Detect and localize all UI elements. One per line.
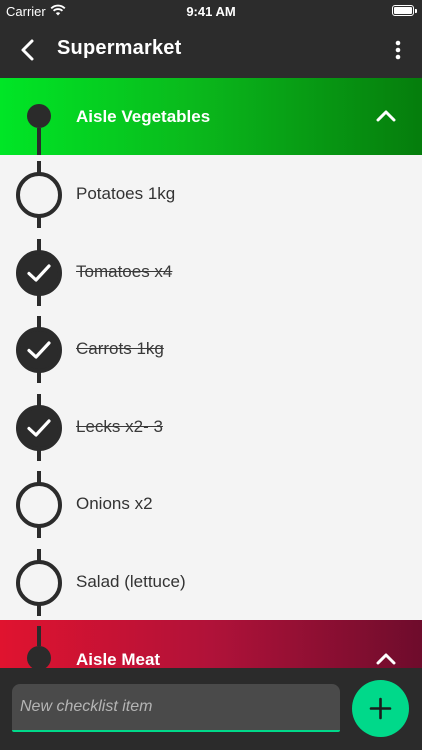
item-checkbox[interactable] bbox=[16, 327, 62, 373]
back-button[interactable] bbox=[14, 36, 44, 64]
overflow-menu-button[interactable] bbox=[388, 36, 408, 64]
item-checkbox[interactable] bbox=[16, 172, 62, 218]
collapse-aisle-button[interactable] bbox=[374, 106, 398, 126]
checklist-item[interactable]: Lecks x2- 3 bbox=[0, 388, 422, 466]
timeline-node bbox=[27, 104, 51, 128]
plus-icon bbox=[369, 697, 392, 720]
timeline-connector bbox=[37, 128, 41, 155]
more-vertical-icon bbox=[395, 40, 401, 60]
new-checklist-item-input[interactable] bbox=[12, 684, 340, 732]
battery-icon bbox=[392, 5, 417, 16]
item-checkbox[interactable] bbox=[16, 404, 62, 451]
item-label: Carrots 1kg bbox=[76, 339, 164, 358]
collapse-aisle-button[interactable] bbox=[374, 649, 398, 668]
chevron-up-icon bbox=[376, 653, 396, 665]
item-checkbox[interactable] bbox=[16, 482, 62, 528]
item-checkbox[interactable] bbox=[16, 559, 62, 606]
chevron-up-icon bbox=[376, 110, 396, 122]
checklist-item[interactable]: Potatoes 1kg bbox=[0, 155, 422, 233]
item-label: Onions x2 bbox=[76, 494, 153, 513]
aisle-header-meat[interactable]: Aisle Meat bbox=[0, 620, 422, 668]
add-item-button[interactable] bbox=[352, 680, 409, 737]
checklist-item[interactable]: Carrots 1kg bbox=[0, 310, 422, 388]
status-bar: Carrier 9:41 AM bbox=[0, 0, 422, 22]
timeline-node bbox=[27, 646, 51, 668]
checklist-item[interactable]: Onions x2 bbox=[0, 465, 422, 543]
check-icon bbox=[27, 418, 51, 437]
checklist-item[interactable]: Salad (lettuce) bbox=[0, 543, 422, 621]
aisle-header-vegetables[interactable]: Aisle Vegetables bbox=[0, 78, 422, 155]
check-icon bbox=[27, 341, 51, 359]
item-label: Salad (lettuce) bbox=[76, 571, 186, 591]
aisle-title: Aisle Meat bbox=[76, 650, 161, 668]
battery-level bbox=[394, 7, 412, 14]
new-item-bar bbox=[0, 668, 422, 750]
checklist-item[interactable]: Tomatoes x4 bbox=[0, 233, 422, 311]
app-toolbar: Supermarket bbox=[0, 22, 422, 78]
status-time: 9:41 AM bbox=[186, 4, 236, 19]
item-label: Lecks x2- 3 bbox=[76, 416, 163, 436]
aisle-title: Aisle Vegetables bbox=[76, 107, 211, 126]
page-title: Supermarket bbox=[57, 37, 182, 59]
chevron-left-icon bbox=[21, 39, 34, 61]
checklist: Potatoes 1kg Tomatoes x4 Carrots 1kg Lecks … bbox=[0, 155, 422, 620]
timeline-connector bbox=[37, 626, 41, 646]
check-icon bbox=[27, 263, 51, 282]
item-label: Tomatoes x4 bbox=[76, 261, 173, 281]
item-label: Potatoes 1kg bbox=[76, 184, 176, 203]
item-checkbox[interactable] bbox=[16, 249, 62, 296]
